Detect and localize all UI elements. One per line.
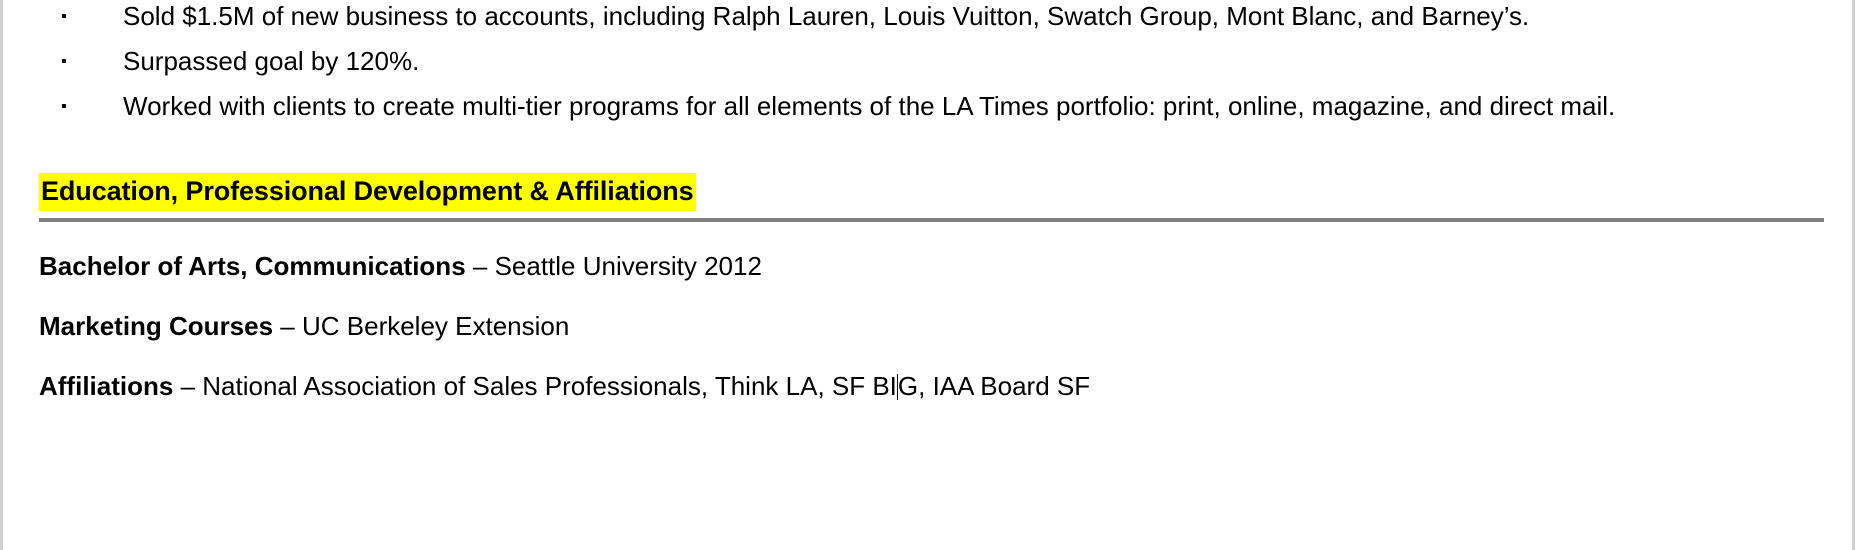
bullet-marker-icon: ▪ xyxy=(61,53,67,70)
education-detail: – UC Berkeley Extension xyxy=(273,311,570,341)
bullet-marker-icon: ▪ xyxy=(61,98,67,115)
section-heading-highlighted: Education, Professional Development & Af… xyxy=(39,173,696,211)
list-item-text: Sold $1.5M of new business to accounts, … xyxy=(123,1,1530,31)
education-degree: Bachelor of Arts, Communications xyxy=(39,251,466,281)
education-entry: Bachelor of Arts, Communications – Seatt… xyxy=(39,250,1824,282)
list-item: ▪ Surpassed goal by 120%. xyxy=(39,39,1824,84)
bullet-list: ▪ Sold $1.5M of new business to accounts… xyxy=(39,0,1824,129)
education-detail: – Seattle University 2012 xyxy=(465,251,762,281)
affiliations-entry: Affiliations – National Association of S… xyxy=(39,370,1824,402)
list-item-text: Surpassed goal by 120%. xyxy=(123,46,420,76)
list-item-text: Worked with clients to create multi-tier… xyxy=(123,91,1616,121)
document-page: ▪ Sold $1.5M of new business to accounts… xyxy=(0,0,1855,550)
affiliations-detail-before-caret: – National Association of Sales Professi… xyxy=(173,371,897,401)
document-content: ▪ Sold $1.5M of new business to accounts… xyxy=(3,0,1852,550)
education-degree: Marketing Courses xyxy=(39,311,274,341)
section-header-block: Education, Professional Development & Af… xyxy=(39,173,1824,222)
education-entry: Marketing Courses – UC Berkeley Extensio… xyxy=(39,310,1824,342)
list-item: ▪ Worked with clients to create multi-ti… xyxy=(39,84,1824,129)
list-item: ▪ Sold $1.5M of new business to accounts… xyxy=(39,0,1824,39)
bullet-marker-icon: ▪ xyxy=(61,8,67,25)
affiliations-label: Affiliations xyxy=(39,371,174,401)
affiliations-detail-after-caret: G, IAA Board SF xyxy=(897,371,1091,401)
section-divider xyxy=(39,218,1824,222)
